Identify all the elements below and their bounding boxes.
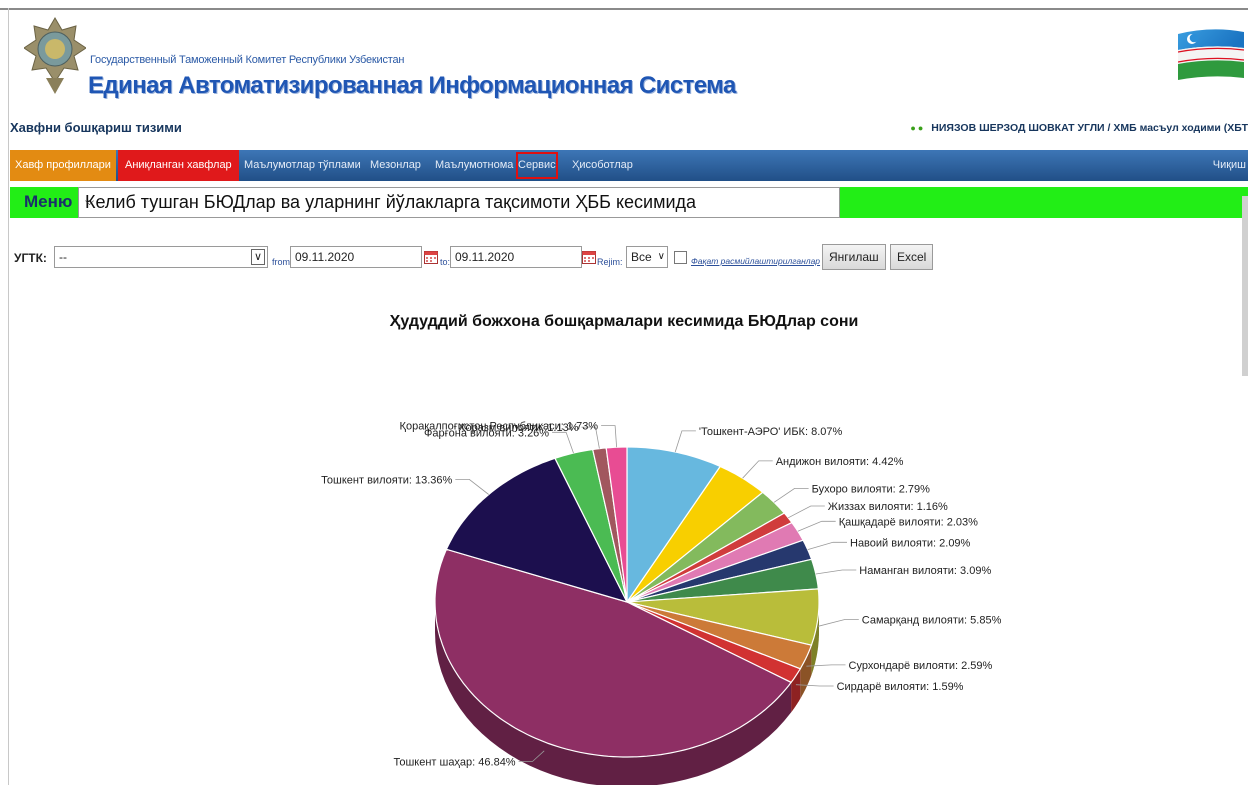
pie-label-connector — [455, 478, 489, 495]
pie-slice-label: Қорақалпоғистон Республикаси: 1.73% — [400, 421, 599, 433]
pie-label-connector — [674, 430, 696, 453]
pie-label-connector — [807, 541, 847, 550]
pie-slice-label: Тошкент шаҳар: 46.84% — [393, 756, 515, 768]
pie-slice-label: Навоий вилояти: 2.09% — [850, 537, 971, 549]
pie-label-connector — [773, 487, 809, 503]
pie-label-connector — [797, 520, 836, 532]
pie-label-connector — [552, 431, 574, 454]
pie-slice-label: Сирдарё вилояти: 1.59% — [837, 681, 964, 693]
pie-slice-label: Бухоро вилояти: 2.79% — [812, 483, 931, 495]
pie-label-connector — [742, 460, 773, 479]
pie-slice-label: Қашқадарё вилояти: 2.03% — [839, 516, 978, 528]
pie-label-connector — [601, 425, 617, 448]
pie-label-connector — [818, 619, 859, 627]
pie-slice-label: Наманган вилояти: 3.09% — [859, 565, 991, 577]
pie-slice-label: Андижон вилояти: 4.42% — [776, 456, 904, 468]
pie-chart: 'Тошкент-АЭРО' ИБК: 8.07% Андижон вилояти… — [321, 421, 1002, 785]
pie-slice-label: 'Тошкент-АЭРО' ИБК: 8.07% — [699, 426, 843, 438]
pie-slice-label: Самарқанд вилояти: 5.85% — [862, 615, 1002, 627]
pie-label-connector — [815, 569, 857, 575]
pie-slice-label: Жиззах вилояти: 1.16% — [828, 501, 948, 513]
pie-slice-label: Сурхондарё вилояти: 2.59% — [849, 660, 993, 672]
pie-label-connector — [788, 505, 825, 519]
pie-slice-label: Тошкент вилояти: 13.36% — [321, 474, 452, 486]
